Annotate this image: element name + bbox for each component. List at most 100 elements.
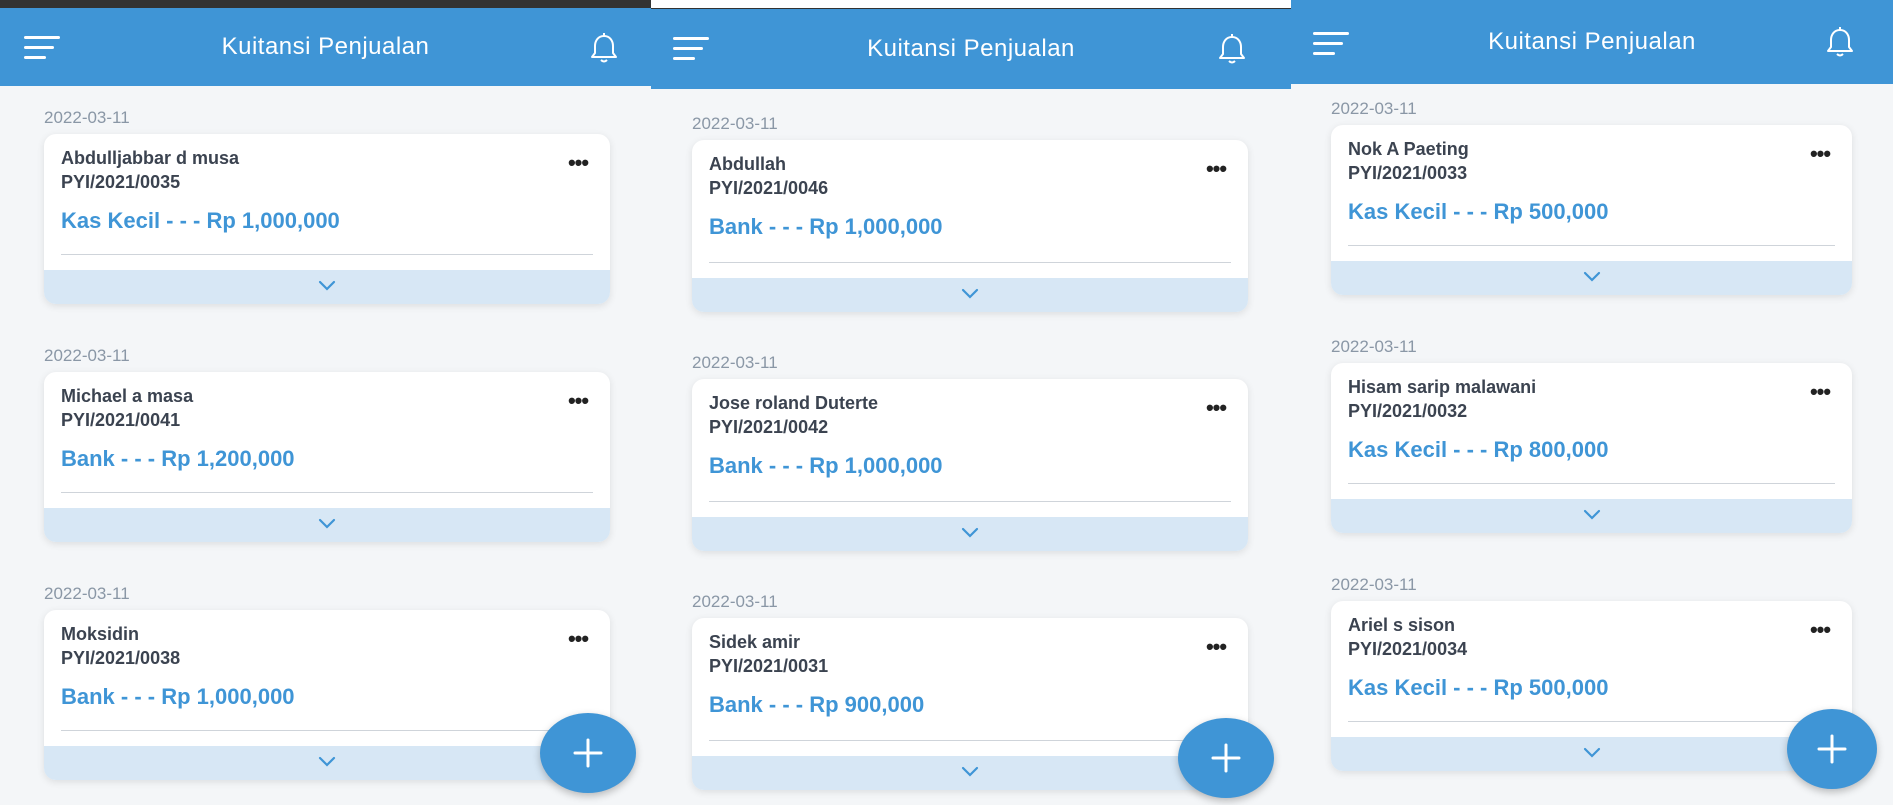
app-header: Kuitansi Penjualan [0, 8, 651, 86]
payment-amount: Bank - - - Rp 1,000,000 [61, 684, 295, 709]
payment-amount: Bank - - - Rp 1,200,000 [61, 446, 295, 471]
customer-name: Moksidin [61, 624, 140, 644]
more-options-icon[interactable]: ••• [564, 628, 592, 650]
more-options-icon[interactable]: ••• [1806, 381, 1834, 403]
payment-amount: Bank - - - Rp 900,000 [709, 692, 925, 717]
chevron-down-icon [961, 288, 979, 299]
chevron-down-icon [318, 518, 336, 529]
document-number: PYI/2021/0034 [1348, 639, 1468, 659]
screen-2: Kuitansi Penjualan 2022-03-11 Abdullah P… [651, 0, 1291, 805]
receipt-date: 2022-03-11 [692, 353, 778, 372]
chevron-down-icon [318, 756, 336, 767]
receipt-date: 2022-03-11 [692, 592, 778, 611]
expand-button[interactable] [692, 278, 1248, 312]
customer-name: Michael a masa [61, 386, 194, 406]
receipt-card[interactable]: Abdullah PYI/2021/0046 Bank - - - Rp 1,0… [692, 140, 1248, 312]
receipt-date: 2022-03-11 [1331, 99, 1417, 118]
chevron-down-icon [318, 280, 336, 291]
chevron-down-icon [1583, 509, 1600, 520]
receipt-card[interactable]: Michael a masa PYI/2021/0041 Bank - - - … [44, 372, 610, 542]
expand-button[interactable] [44, 746, 610, 780]
customer-name: Nok A Paeting [1348, 139, 1469, 159]
receipt-card[interactable]: Moksidin PYI/2021/0038 Bank - - - Rp 1,0… [44, 610, 610, 780]
document-number: PYI/2021/0031 [709, 656, 829, 676]
customer-name: Abdulljabbar d musa [61, 148, 240, 168]
payment-amount: Kas Kecil - - - Rp 500,000 [1348, 675, 1609, 700]
customer-name: Sidek amir [709, 632, 801, 652]
divider [61, 254, 593, 255]
app-header: Kuitansi Penjualan [651, 9, 1291, 89]
document-number: PYI/2021/0041 [61, 410, 181, 430]
add-receipt-button[interactable] [1787, 709, 1877, 789]
receipt-date: 2022-03-11 [44, 108, 130, 127]
receipt-date: 2022-03-11 [692, 114, 778, 133]
divider [709, 501, 1231, 502]
receipt-date: 2022-03-11 [1331, 575, 1417, 594]
document-number: PYI/2021/0042 [709, 417, 829, 437]
more-options-icon[interactable]: ••• [1806, 143, 1834, 165]
divider [61, 730, 593, 731]
expand-button[interactable] [692, 756, 1248, 790]
more-options-icon[interactable]: ••• [1202, 158, 1230, 180]
document-number: PYI/2021/0046 [709, 178, 829, 198]
document-number: PYI/2021/0035 [61, 172, 181, 192]
receipt-date: 2022-03-11 [44, 584, 130, 603]
chevron-down-icon [961, 766, 979, 777]
plus-icon [573, 738, 603, 768]
more-options-icon[interactable]: ••• [564, 390, 592, 412]
bell-icon[interactable] [1217, 33, 1247, 65]
page-title: Kuitansi Penjualan [1488, 28, 1696, 55]
plus-icon [1211, 743, 1241, 773]
bell-icon[interactable] [589, 32, 619, 64]
document-number: PYI/2021/0033 [1348, 163, 1468, 183]
screen-1: Kuitansi Penjualan 2022-03-11 Abdulljabb… [0, 0, 651, 805]
more-options-icon[interactable]: ••• [1806, 619, 1834, 641]
payment-amount: Kas Kecil - - - Rp 500,000 [1348, 199, 1609, 224]
add-receipt-button[interactable] [540, 713, 636, 793]
payment-amount: Bank - - - Rp 1,000,000 [709, 453, 943, 478]
bell-icon[interactable] [1825, 26, 1855, 58]
customer-name: Jose roland Duterte [709, 393, 879, 413]
expand-button[interactable] [44, 508, 610, 542]
screen-3: Kuitansi Penjualan 2022-03-11 Nok A Paet… [1291, 0, 1893, 805]
chevron-down-icon [1583, 271, 1600, 282]
add-receipt-button[interactable] [1178, 718, 1274, 798]
more-options-icon[interactable]: ••• [1202, 397, 1230, 419]
receipt-card[interactable]: Jose roland Duterte PYI/2021/0042 Bank -… [692, 379, 1248, 551]
document-number: PYI/2021/0038 [61, 648, 181, 668]
expand-button[interactable] [1331, 499, 1852, 533]
receipt-card[interactable]: Ariel s sison PYI/2021/0034 Kas Kecil - … [1331, 601, 1852, 771]
receipt-card[interactable]: Hisam sarip malawani PYI/2021/0032 Kas K… [1331, 363, 1852, 533]
payment-amount: Kas Kecil - - - Rp 1,000,000 [61, 208, 340, 233]
receipt-card[interactable]: Abdulljabbar d musa PYI/2021/0035 Kas Ke… [44, 134, 610, 304]
customer-name: Hisam sarip malawani [1348, 377, 1537, 397]
payment-amount: Bank - - - Rp 1,000,000 [709, 214, 943, 239]
expand-button[interactable] [1331, 261, 1852, 295]
divider [61, 492, 593, 493]
more-options-icon[interactable]: ••• [1202, 636, 1230, 658]
expand-button[interactable] [1331, 737, 1852, 771]
document-number: PYI/2021/0032 [1348, 401, 1468, 421]
divider [1348, 721, 1835, 722]
status-bar [0, 0, 651, 8]
divider [709, 262, 1231, 263]
customer-name: Abdullah [709, 154, 786, 174]
divider [1348, 483, 1835, 484]
expand-button[interactable] [44, 270, 610, 304]
more-options-icon[interactable]: ••• [564, 152, 592, 174]
page-title: Kuitansi Penjualan [221, 33, 430, 60]
plus-icon [1817, 734, 1847, 764]
receipt-card[interactable]: Sidek amir PYI/2021/0031 Bank - - - Rp 9… [692, 618, 1248, 790]
chevron-down-icon [961, 527, 979, 538]
expand-button[interactable] [692, 517, 1248, 551]
payment-amount: Kas Kecil - - - Rp 800,000 [1348, 437, 1609, 462]
receipt-date: 2022-03-11 [1331, 337, 1417, 356]
receipt-date: 2022-03-11 [44, 346, 130, 365]
customer-name: Ariel s sison [1348, 615, 1456, 635]
divider [709, 740, 1231, 741]
receipt-card[interactable]: Nok A Paeting PYI/2021/0033 Kas Kecil - … [1331, 125, 1852, 295]
page-title: Kuitansi Penjualan [867, 35, 1075, 62]
chevron-down-icon [1583, 747, 1600, 758]
app-header: Kuitansi Penjualan [1291, 0, 1893, 84]
divider [1348, 245, 1835, 246]
